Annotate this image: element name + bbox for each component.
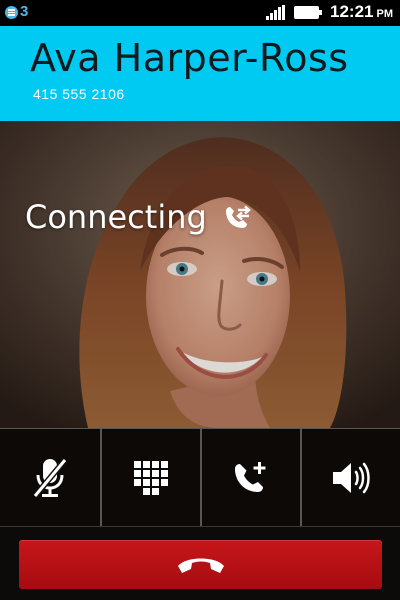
add-call-icon	[235, 462, 266, 492]
signal-strength-icon	[266, 5, 285, 20]
speaker-button[interactable]	[300, 429, 400, 527]
call-status: Connecting	[25, 198, 253, 236]
clock-ampm: PM	[376, 8, 393, 20]
mute-button[interactable]	[0, 429, 100, 527]
hang-up-button[interactable]	[19, 540, 382, 589]
contact-photo	[0, 121, 400, 428]
keypad-button[interactable]	[100, 429, 200, 527]
call-actions	[0, 428, 400, 527]
add-call-button[interactable]	[200, 429, 300, 527]
phone-number: 415 555 2106	[33, 86, 125, 102]
status-bar: 3 12:21 PM	[0, 0, 400, 26]
mic-muted-icon	[32, 458, 68, 498]
caller-header: Ava Harper-Ross 415 555 2106	[0, 26, 400, 121]
clock-time: 12:21	[330, 2, 374, 21]
notification-icon	[5, 5, 18, 19]
hang-up-icon	[177, 558, 224, 573]
hangup-bar	[0, 526, 400, 600]
outgoing-call-icon	[225, 205, 251, 228]
notification-count: 3	[20, 3, 29, 20]
call-screen: 3 12:21PM Ava Harper-Ross 415 555 2106	[0, 0, 400, 600]
keypad-icon	[134, 461, 168, 495]
call-status-text: Connecting	[25, 198, 207, 236]
battery-icon	[294, 6, 322, 19]
notification-indicator[interactable]: 3	[5, 4, 28, 20]
speaker-icon	[333, 462, 370, 494]
status-clock: 12:21 PM	[330, 2, 393, 24]
contact-name: Ava Harper-Ross	[30, 36, 349, 80]
